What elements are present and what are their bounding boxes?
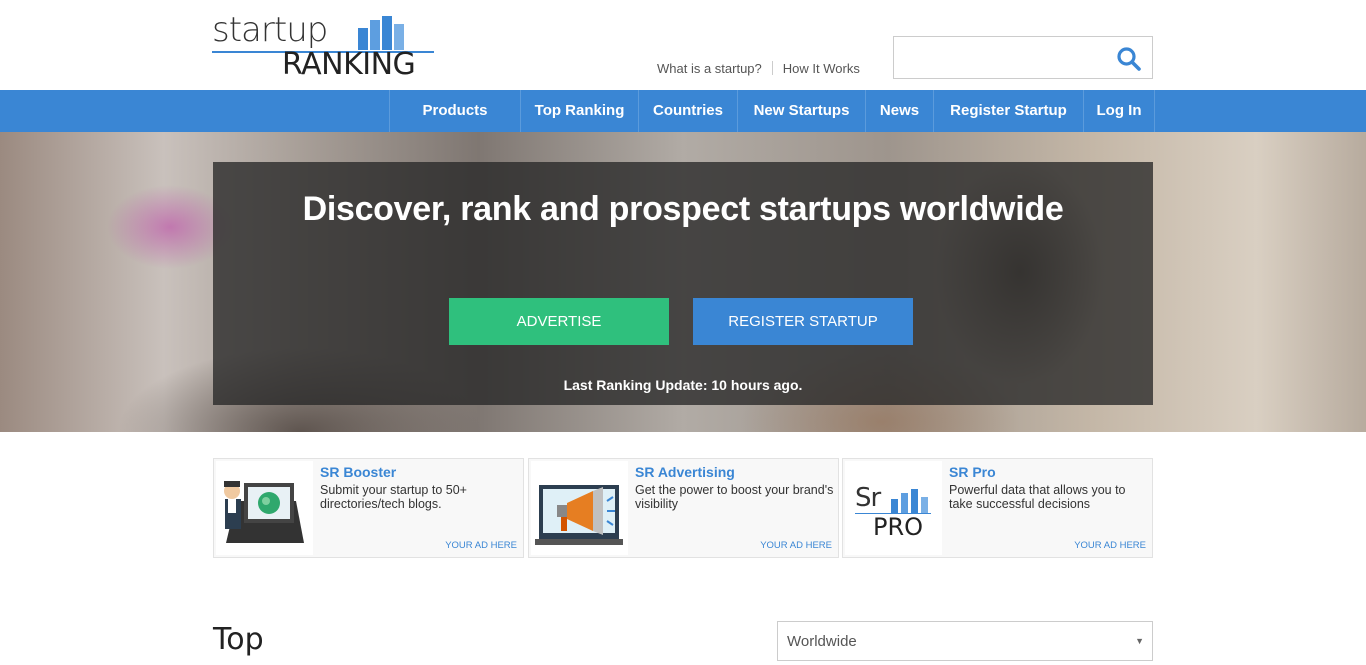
ad-description: Get the power to boost your brand's visi… — [635, 483, 834, 511]
sr-pro-logo: Sr PRO — [845, 461, 942, 555]
nav-log-in[interactable]: Log In — [1084, 90, 1155, 132]
ad-sr-advertising[interactable]: SR Advertising Get the power to boost yo… — [528, 458, 839, 558]
search-input[interactable] — [902, 45, 1102, 71]
ad-title: SR Advertising — [635, 464, 735, 480]
nav-news[interactable]: News — [866, 90, 934, 132]
last-update-label: Last Ranking Update: — [563, 377, 712, 393]
main-nav: Products Top Ranking Countries New Start… — [0, 90, 1366, 132]
last-ranking-update: Last Ranking Update: 10 hours ago. — [213, 377, 1153, 393]
ad-sr-pro[interactable]: Sr PRO SR Pro Powerful data that allows … — [842, 458, 1153, 558]
megaphone-illustration — [531, 461, 628, 555]
advertise-button[interactable]: ADVERTISE — [449, 298, 669, 345]
ad-title: SR Pro — [949, 464, 996, 480]
register-startup-button[interactable]: REGISTER STARTUP — [693, 298, 913, 345]
your-ad-here-link[interactable]: YOUR AD HERE — [445, 540, 517, 551]
header: startup RANKING What is a startup? How It… — [0, 0, 1366, 90]
nav-new-startups[interactable]: New Startups — [738, 90, 866, 132]
logo-text-top: startup — [212, 10, 328, 50]
booster-illustration — [216, 461, 313, 555]
ad-description: Powerful data that allows you to take su… — [949, 483, 1126, 511]
top-links: What is a startup? How It Works — [657, 61, 860, 76]
bar-chart-icon — [358, 10, 408, 50]
sr-pro-logo-bottom: PRO — [873, 513, 924, 541]
search-icon[interactable] — [1116, 46, 1142, 72]
top-links-divider — [771, 61, 773, 75]
ad-description: Submit your startup to 50+ directories/t… — [320, 483, 467, 511]
how-it-works-link[interactable]: How It Works — [783, 61, 860, 76]
your-ad-here-link[interactable]: YOUR AD HERE — [1074, 540, 1146, 551]
what-is-startup-link[interactable]: What is a startup? — [657, 61, 762, 76]
ad-row: SR Booster Submit your startup to 50+ di… — [213, 458, 1153, 558]
region-select[interactable]: Worldwide ▼ — [777, 621, 1153, 661]
your-ad-here-link[interactable]: YOUR AD HERE — [760, 540, 832, 551]
hero-banner: Discover, rank and prospect startups wor… — [0, 132, 1366, 432]
nav-register-startup[interactable]: Register Startup — [934, 90, 1084, 132]
logo-text-bottom: RANKING — [282, 47, 416, 82]
ad-sr-booster[interactable]: SR Booster Submit your startup to 50+ di… — [213, 458, 524, 558]
startupranking-logo[interactable]: startup RANKING — [212, 10, 436, 82]
last-update-value: 10 hours ago. — [711, 377, 803, 393]
search-box — [893, 36, 1153, 79]
dropdown-arrow-icon: ▼ — [1135, 636, 1144, 646]
nav-countries[interactable]: Countries — [639, 90, 738, 132]
nav-products[interactable]: Products — [390, 90, 521, 132]
region-select-value: Worldwide — [787, 633, 857, 650]
hero-title: Discover, rank and prospect startups wor… — [302, 190, 1064, 228]
sr-pro-logo-top: Sr — [855, 483, 881, 513]
ad-title: SR Booster — [320, 464, 397, 480]
hero-overlay: Discover, rank and prospect startups wor… — [213, 162, 1153, 405]
nav-top-ranking[interactable]: Top Ranking — [521, 90, 639, 132]
section-heading: Top — [213, 622, 264, 657]
